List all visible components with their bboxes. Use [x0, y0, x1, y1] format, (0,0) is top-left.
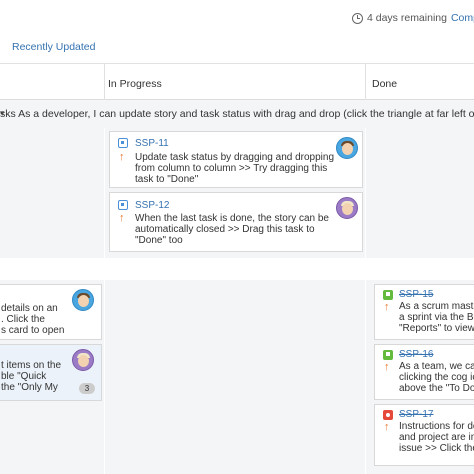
issue-summary-line: As a team, we ca [399, 361, 474, 372]
column-divider [365, 64, 366, 100]
issue-summary-line: Instructions for de [399, 421, 474, 432]
column-header-done: Done [366, 64, 474, 100]
clock-icon [352, 12, 363, 24]
task-icon [118, 138, 128, 148]
swimlane-title: sks As a developer, I can update story a… [0, 108, 474, 120]
issue-key[interactable]: SSP-11 [135, 138, 169, 150]
issue-key[interactable]: SSP-17 [399, 409, 433, 421]
issue-summary-line: s card to open [1, 325, 65, 336]
issue-key[interactable]: SSP-12 [135, 200, 169, 212]
complete-sprint-link[interactable]: Compl [451, 12, 474, 24]
issue-card-ssp-16[interactable]: SSP-16 ↑ As a team, we ca clicking the c… [374, 344, 474, 400]
column-todo-cell [0, 128, 104, 258]
issue-summary-line: task to "Done" [135, 174, 199, 185]
issue-card-todo-2[interactable]: t items on the ble "Quick the "Only My 3 [0, 344, 102, 401]
issue-card-ssp-15[interactable]: SSP-15 ↑ As a scrum maste a sprint via t… [374, 284, 474, 340]
bug-icon [383, 410, 393, 420]
column-divider [104, 64, 105, 100]
column-done-cell [366, 128, 474, 258]
issue-card-todo-1[interactable]: details on an . Click the s card to open [0, 284, 102, 340]
issue-summary-line: Update task status by dragging and dropp… [135, 152, 335, 163]
remaining-text: 4 days remaining [367, 12, 447, 24]
issue-summary-line: . Click the [1, 314, 45, 325]
swimlane-header[interactable]: ▾ sks As a developer, I can update story… [0, 100, 474, 128]
issue-summary-line: and project are in [399, 432, 474, 443]
issue-summary-line: t items on the [1, 360, 62, 371]
priority-up-icon: ↑ [384, 361, 390, 373]
issue-summary-line: clicking the cog ic [399, 372, 474, 383]
issue-summary-line: ble "Quick [1, 371, 47, 382]
issue-summary-line: issue >> Click the [399, 443, 474, 454]
priority-up-icon: ↑ [119, 212, 125, 224]
sprint-remaining: 4 days remaining Compl [352, 12, 474, 24]
issue-card-ssp-12[interactable]: SSP-12 ↑ When the last task is done, the… [109, 192, 363, 252]
issue-summary-line: automatically closed >> Drag this task t… [135, 224, 315, 235]
sprint-header-bar: 4 days remaining Compl [0, 0, 474, 34]
issue-summary-line: a sprint via the Bo [399, 312, 474, 323]
issue-key[interactable]: SSP-15 [399, 289, 433, 301]
story-icon [383, 350, 393, 360]
task-icon [118, 200, 128, 210]
column-in-progress-cell [105, 280, 365, 474]
story-icon [383, 290, 393, 300]
issue-summary-line: As a scrum maste [399, 301, 474, 312]
issue-summary-line: above the "To Do [399, 383, 474, 394]
issue-summary-line: When the last task is done, the story ca… [135, 213, 329, 224]
quick-filter-recently-updated[interactable]: Recently Updated [12, 41, 95, 53]
issue-card-ssp-17[interactable]: SSP-17 ↑ Instructions for de and project… [374, 404, 474, 466]
priority-up-icon: ↑ [119, 151, 125, 163]
column-title-done: Done [372, 78, 398, 90]
priority-up-icon: ↑ [384, 421, 390, 433]
subtask-count-badge: 3 [79, 383, 95, 394]
column-header-todo [0, 64, 104, 100]
issue-summary-line: "Done" too [135, 235, 183, 246]
column-header-in-progress: In Progress [105, 64, 365, 100]
assignee-avatar[interactable] [72, 349, 94, 371]
priority-up-icon: ↑ [384, 301, 390, 313]
issue-summary-line: "Reports" to view [399, 323, 474, 334]
assignee-avatar[interactable] [72, 289, 94, 311]
assignee-avatar[interactable] [336, 137, 358, 159]
column-title-in-progress: In Progress [108, 78, 162, 90]
issue-card-ssp-11[interactable]: SSP-11 ↑ Update task status by dragging … [109, 131, 363, 188]
assignee-avatar[interactable] [336, 197, 358, 219]
issue-summary-line: from column to column >> Try dragging th… [135, 163, 328, 174]
issue-key[interactable]: SSP-16 [399, 349, 433, 361]
issue-summary-line: details on an [1, 303, 58, 314]
issue-summary-line: the "Only My [1, 382, 58, 393]
